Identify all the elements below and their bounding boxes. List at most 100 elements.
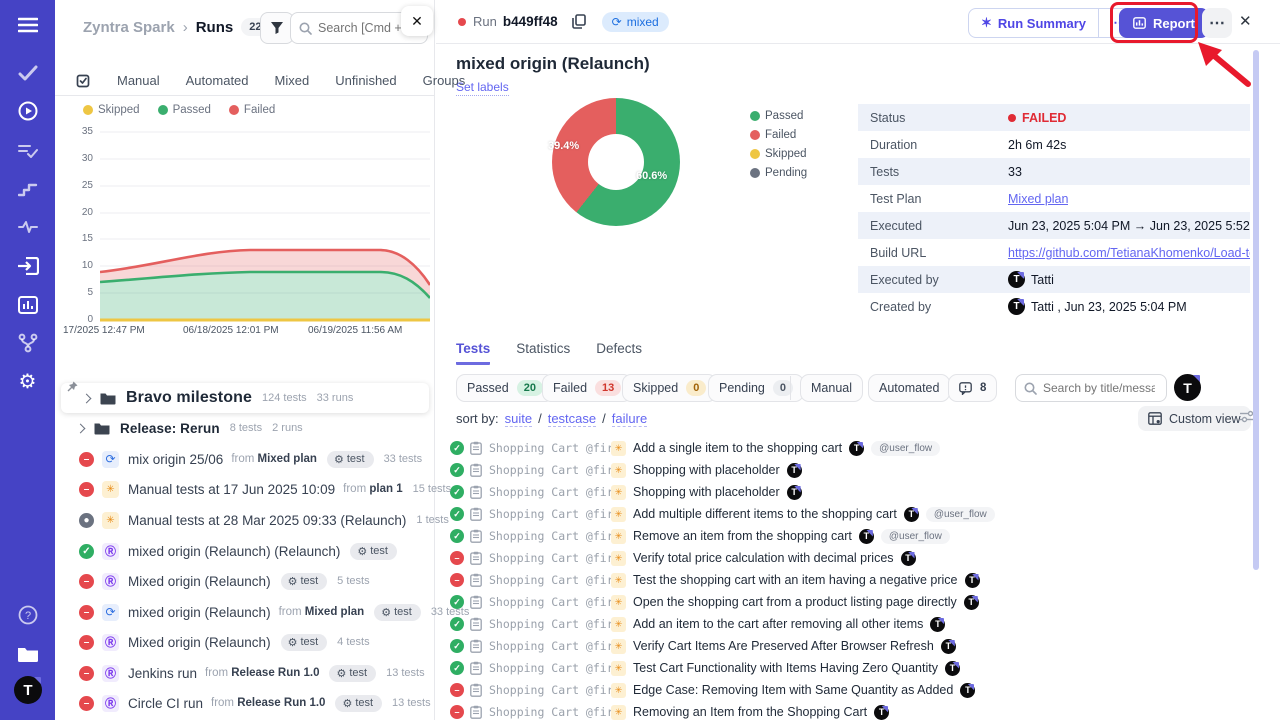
- run-row[interactable]: – Ⓡ Circle CI run from Release Run 1.0 ⚙…: [55, 690, 435, 716]
- test-title[interactable]: Add a single item to the shopping cart: [633, 441, 842, 455]
- run-row[interactable]: – Ⓡ Mixed origin (Relaunch) ⚙test 5 test…: [55, 568, 435, 594]
- play-circle-icon[interactable]: [0, 96, 55, 126]
- chevron-right-icon[interactable]: [76, 423, 86, 433]
- filter-failed[interactable]: Failed13: [542, 374, 632, 402]
- test-row[interactable]: ✓ Shopping Cart @firs... ✳ Open the shop…: [450, 591, 1250, 613]
- plan-link[interactable]: Mixed plan: [258, 453, 317, 465]
- legend-skipped[interactable]: Skipped: [750, 148, 807, 160]
- group-row-bravo[interactable]: Bravo milestone 124 tests 33 runs: [61, 383, 429, 413]
- steps-icon[interactable]: [0, 174, 55, 204]
- run-row[interactable]: – ⟳ mix origin 25/06 from Mixed plan ⚙te…: [55, 446, 435, 472]
- test-row[interactable]: ✓ Shopping Cart @firs... ✳ Add multiple …: [450, 503, 1250, 525]
- test-title[interactable]: Shopping with placeholder: [633, 463, 780, 477]
- sort-by-suite[interactable]: suite: [505, 411, 532, 427]
- group-row-release[interactable]: Release: Rerun 8 tests 2 runs: [55, 415, 435, 441]
- legend-skipped[interactable]: Skipped: [83, 104, 140, 116]
- suite-name[interactable]: Shopping Cart @firs...: [489, 485, 611, 499]
- filter-passed[interactable]: Passed20: [456, 374, 554, 402]
- legend-passed[interactable]: Passed: [158, 104, 211, 116]
- test-title[interactable]: Verify Cart Items Are Preserved After Br…: [633, 639, 934, 653]
- help-icon[interactable]: ?: [0, 600, 55, 630]
- menu-icon[interactable]: [0, 10, 55, 40]
- tests-search-input[interactable]: [1043, 381, 1155, 395]
- plan-link[interactable]: Mixed plan: [305, 606, 364, 618]
- test-title[interactable]: Shopping with placeholder: [633, 485, 780, 499]
- suite-name[interactable]: Shopping Cart @firs...: [489, 507, 611, 521]
- activity-icon[interactable]: [0, 212, 55, 242]
- filter-skipped[interactable]: Skipped0: [622, 374, 717, 402]
- tab-mixed[interactable]: Mixed: [275, 73, 310, 88]
- tab-tests[interactable]: Tests: [456, 341, 490, 365]
- test-title[interactable]: Test Cart Functionality with Items Havin…: [633, 661, 938, 675]
- check-icon[interactable]: [0, 58, 55, 88]
- tag-chip[interactable]: @user_flow: [926, 507, 995, 522]
- run-summary-button[interactable]: ✶ Run Summary: [969, 15, 1098, 31]
- list-check-icon[interactable]: [0, 136, 55, 166]
- sort-by-failure[interactable]: failure: [612, 411, 647, 427]
- test-title[interactable]: Remove an item from the shopping cart: [633, 529, 852, 543]
- suite-name[interactable]: Shopping Cart @firs...: [489, 617, 611, 631]
- tab-statistics[interactable]: Statistics: [516, 341, 570, 365]
- report-button[interactable]: Report: [1119, 8, 1209, 38]
- test-row[interactable]: ✓ Shopping Cart @firs... ✳ Add a single …: [450, 437, 1250, 459]
- assignee-avatar[interactable]: T: [1174, 374, 1201, 401]
- suite-name[interactable]: Shopping Cart @firs...: [489, 683, 611, 697]
- more-options-button[interactable]: ⋯: [1202, 8, 1232, 38]
- custom-view-button[interactable]: Custom view: [1138, 406, 1251, 431]
- select-runs-icon[interactable]: [75, 73, 91, 89]
- filter-comments[interactable]: 8: [948, 374, 997, 402]
- test-row[interactable]: ✓ Shopping Cart @firs... ✳ Remove an ite…: [450, 525, 1250, 547]
- run-row[interactable]: ● ✳ Manual tests at 28 Mar 2025 09:33 (R…: [55, 507, 435, 533]
- close-detail-button[interactable]: ✕: [1239, 12, 1252, 30]
- test-title[interactable]: Add an item to the cart after removing a…: [633, 617, 923, 631]
- legend-failed[interactable]: Failed: [229, 104, 275, 116]
- suite-name[interactable]: Shopping Cart @firs...: [489, 661, 611, 675]
- sign-in-icon[interactable]: [0, 251, 55, 281]
- project-name[interactable]: Zyntra Spark: [83, 19, 175, 36]
- tab-manual[interactable]: Manual: [117, 73, 160, 88]
- test-title[interactable]: Add multiple different items to the shop…: [633, 507, 897, 521]
- tab-unfinished[interactable]: Unfinished: [335, 73, 396, 88]
- test-row[interactable]: ✓ Shopping Cart @firs... ✳ Shopping with…: [450, 481, 1250, 503]
- suite-name[interactable]: Shopping Cart @firs...: [489, 639, 611, 653]
- tab-groups[interactable]: Groups: [423, 73, 466, 88]
- bar-chart-icon[interactable]: [0, 290, 55, 320]
- legend-pending[interactable]: Pending: [750, 167, 807, 179]
- run-row[interactable]: – ✳ Manual tests at 17 Jun 2025 10:09 fr…: [55, 476, 435, 502]
- plan-link[interactable]: Release Run 1.0: [231, 667, 319, 679]
- test-row[interactable]: – Shopping Cart @firs... ✳ Test the shop…: [450, 569, 1250, 591]
- test-title[interactable]: Open the shopping cart from a product li…: [633, 595, 957, 609]
- plan-link[interactable]: Release Run 1.0: [237, 697, 325, 709]
- tag-chip[interactable]: @user_flow: [871, 441, 940, 456]
- user-avatar[interactable]: T: [14, 676, 42, 704]
- tag-chip[interactable]: @user_flow: [881, 529, 950, 544]
- filter-button[interactable]: [260, 12, 294, 44]
- copy-icon[interactable]: [572, 14, 586, 29]
- sort-by-testcase[interactable]: testcase: [548, 411, 596, 427]
- test-title[interactable]: Edge Case: Removing Item with Same Quant…: [633, 683, 953, 697]
- build-url-link[interactable]: https://github.com/TetianaKhomenko/Load-…: [1008, 246, 1250, 260]
- suite-name[interactable]: Shopping Cart @firs...: [489, 595, 611, 609]
- scrollbar[interactable]: [1253, 50, 1259, 570]
- run-row[interactable]: – Ⓡ Mixed origin (Relaunch) ⚙test 4 test…: [55, 629, 435, 655]
- filter-automated[interactable]: Automated: [868, 374, 950, 402]
- panel-close-button[interactable]: ✕: [401, 6, 433, 36]
- test-row[interactable]: ✓ Shopping Cart @firs... ✳ Test Cart Fun…: [450, 657, 1250, 679]
- suite-name[interactable]: Shopping Cart @firs...: [489, 441, 611, 455]
- plan-link[interactable]: plan 1: [369, 483, 402, 495]
- suite-name[interactable]: Shopping Cart @firs...: [489, 573, 611, 587]
- test-title[interactable]: Verify total price calculation with deci…: [633, 551, 894, 565]
- test-row[interactable]: ✓ Shopping Cart @firs... ✳ Shopping with…: [450, 459, 1250, 481]
- chevron-right-icon[interactable]: [82, 393, 92, 403]
- run-row[interactable]: ✓ Ⓡ mixed origin (Relaunch) (Relaunch) ⚙…: [55, 538, 435, 564]
- test-row[interactable]: ✓ Shopping Cart @firs... ✳ Add an item t…: [450, 613, 1250, 635]
- run-row[interactable]: – ⟳ mixed origin (Relaunch) from Mixed p…: [55, 599, 435, 625]
- test-row[interactable]: – Shopping Cart @firs... ✳ Removing an I…: [450, 701, 1250, 720]
- projects-folder-icon[interactable]: [0, 638, 55, 668]
- legend-passed[interactable]: Passed: [750, 110, 807, 122]
- tab-defects[interactable]: Defects: [596, 341, 642, 365]
- test-title[interactable]: Test the shopping cart with an item havi…: [633, 573, 958, 587]
- test-row[interactable]: ✓ Shopping Cart @firs... ✳ Verify Cart I…: [450, 635, 1250, 657]
- tab-automated[interactable]: Automated: [186, 73, 249, 88]
- test-plan-link[interactable]: Mixed plan: [1008, 192, 1068, 206]
